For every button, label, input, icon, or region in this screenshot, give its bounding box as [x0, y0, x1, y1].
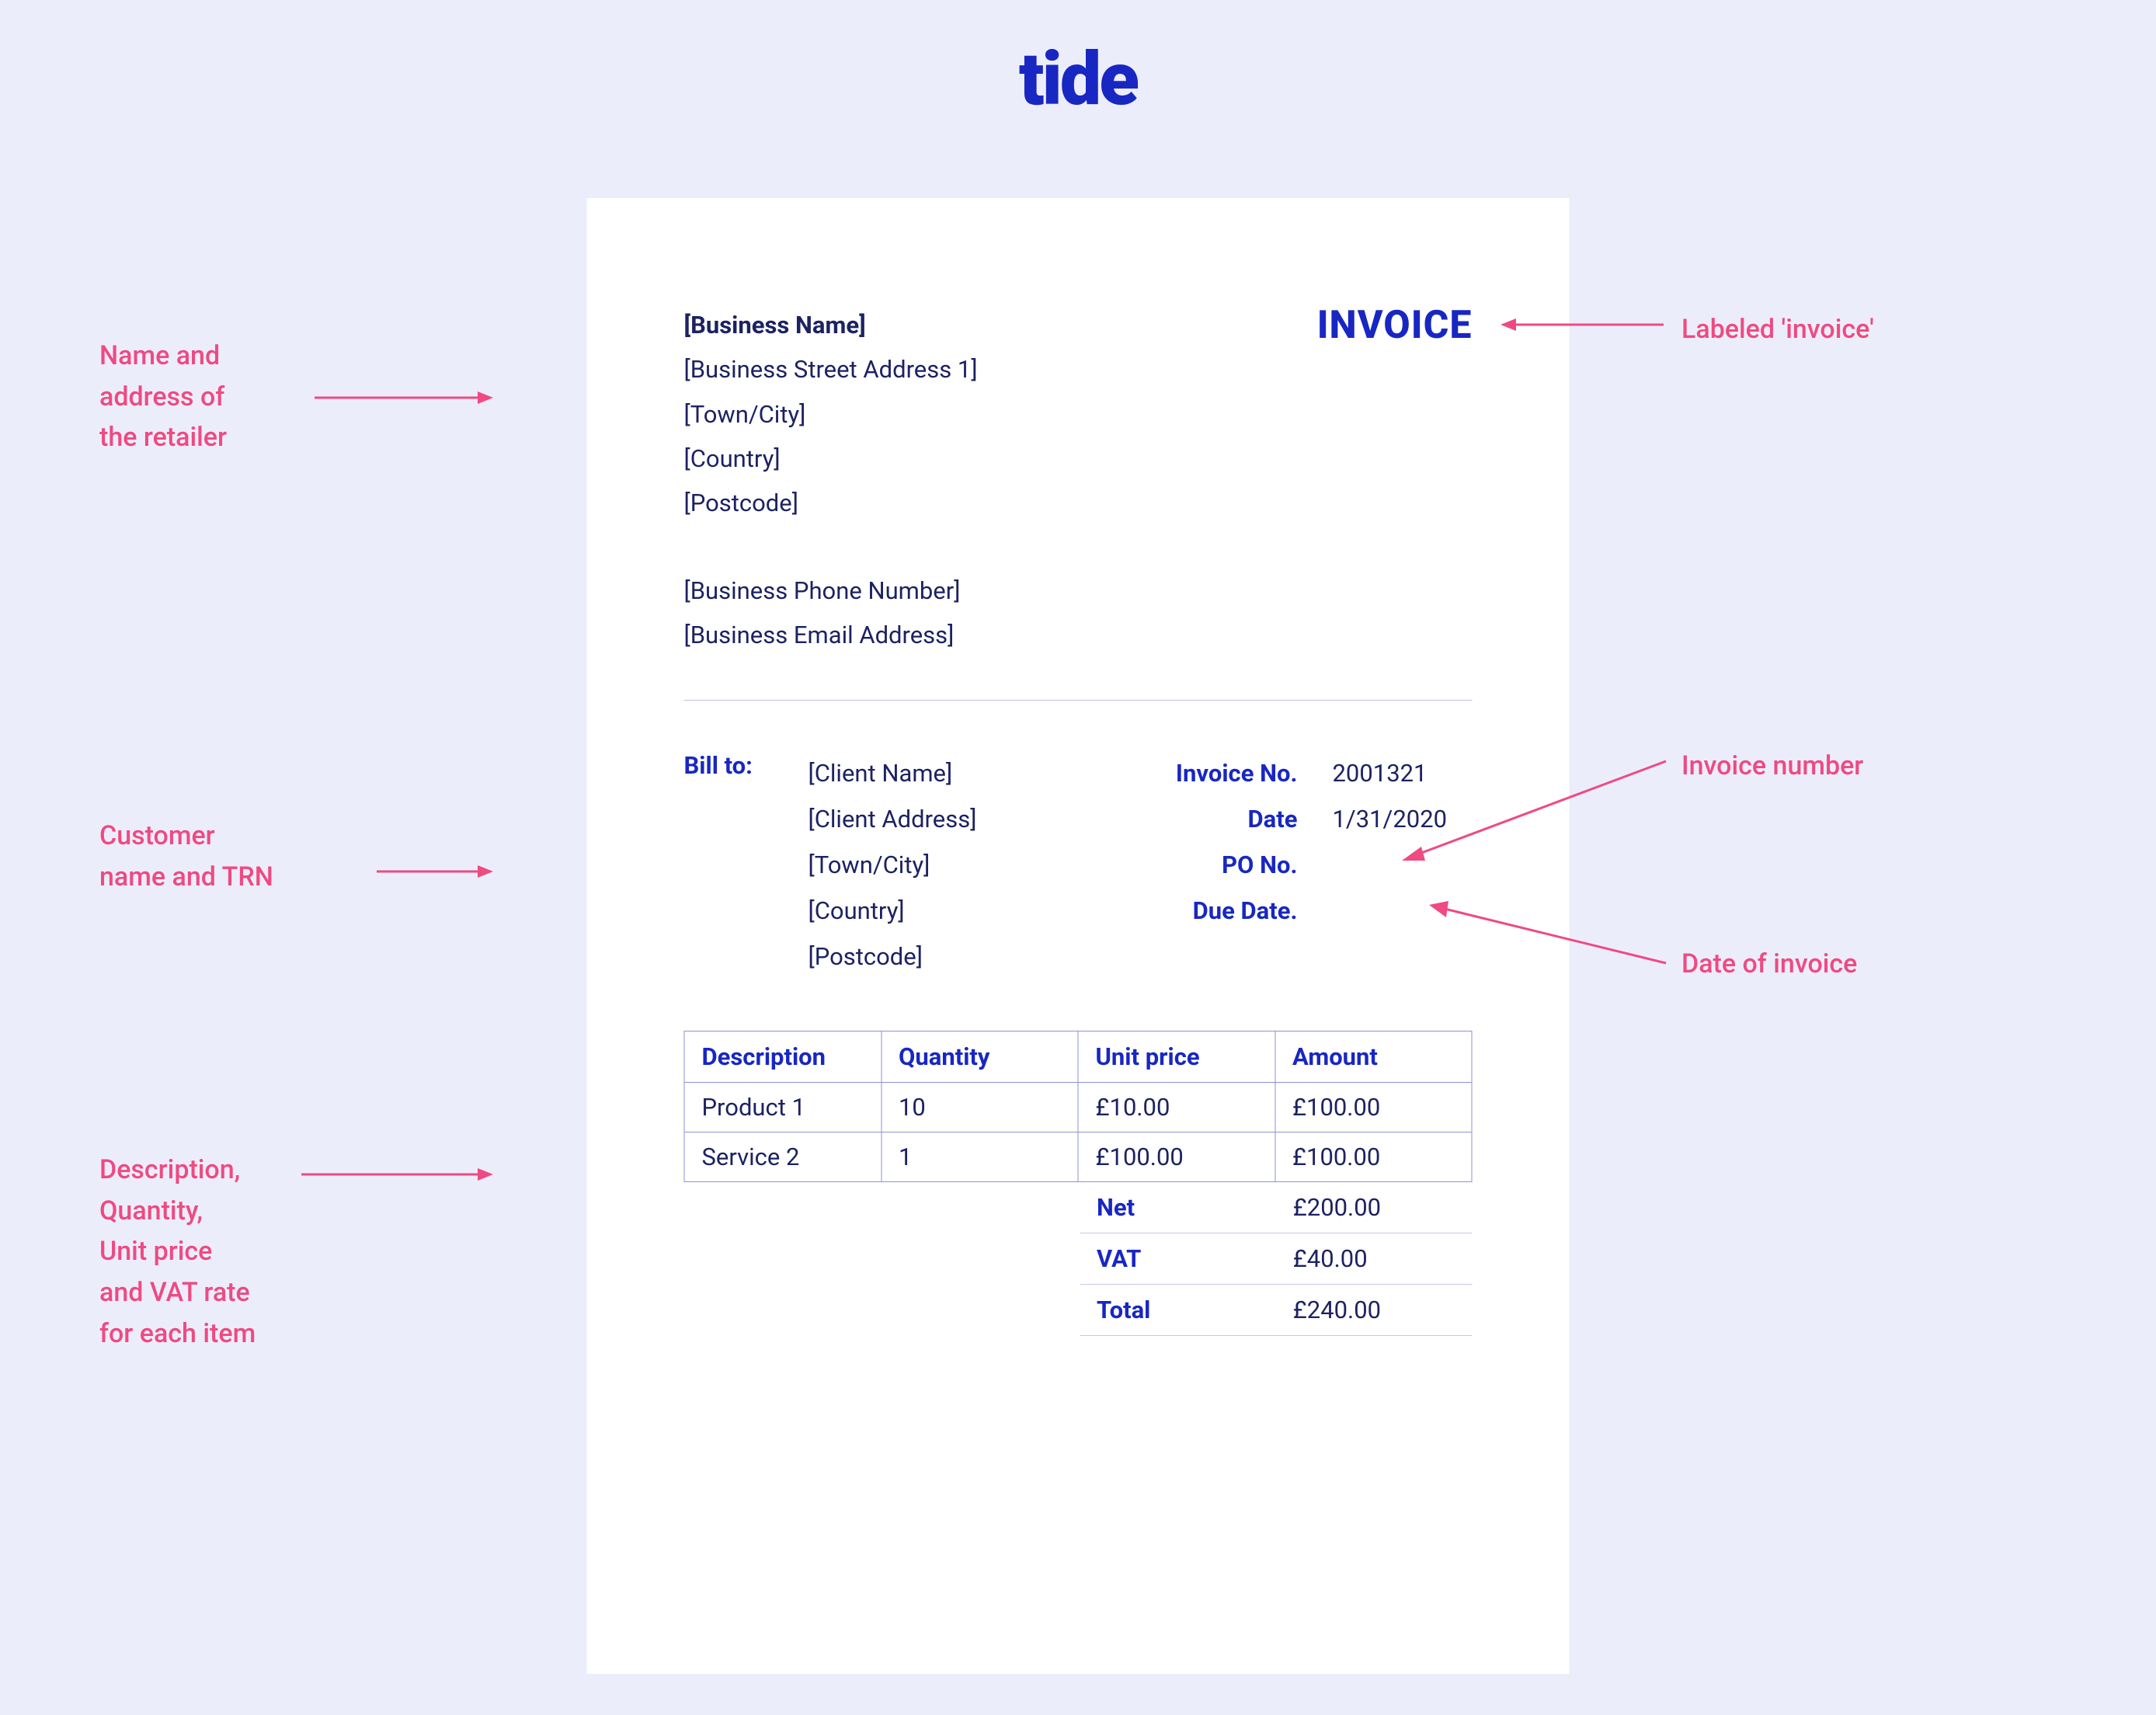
- bill-section: Bill to: [Client Name] [Client Address] …: [684, 751, 1473, 979]
- arrow-icon: [301, 1167, 493, 1182]
- total-label: Total: [1080, 1284, 1276, 1335]
- annot-items: Description, Quantity, Unit price and VA…: [99, 1150, 256, 1354]
- business-postcode: [Postcode]: [684, 481, 978, 525]
- th-quantity: Quantity: [882, 1031, 1079, 1082]
- vat-label: VAT: [1080, 1233, 1276, 1284]
- business-phone: [Business Phone Number]: [684, 569, 1473, 613]
- annot-labeled-invoice: Labeled 'invoice': [1681, 309, 1874, 350]
- totals-row-net: Net £200.00: [1080, 1182, 1472, 1233]
- due-label: Due Date.: [1176, 889, 1298, 934]
- date-label: Date: [1176, 797, 1298, 843]
- invoice-meta: Invoice No. Date PO No. Due Date. 200132…: [1176, 751, 1473, 979]
- cell-desc: Service 2: [684, 1132, 882, 1181]
- table-header-row: Description Quantity Unit price Amount: [684, 1031, 1472, 1082]
- cell-price: £10.00: [1078, 1082, 1275, 1132]
- arrow-icon: [377, 864, 493, 879]
- cell-desc: Product 1: [684, 1082, 882, 1132]
- totals-row-vat: VAT £40.00: [1080, 1233, 1472, 1284]
- client-name: [Client Name]: [808, 751, 1137, 797]
- client-address: [Client Address]: [808, 797, 1137, 843]
- annot-date: Date of invoice: [1681, 944, 1857, 985]
- business-block: [Business Name] [Business Street Address…: [684, 303, 978, 526]
- business-town: [Town/City]: [684, 392, 978, 437]
- total-value: £240.00: [1276, 1284, 1473, 1335]
- annot-retailer: Name and address of the retailer: [99, 336, 227, 458]
- business-country: [Country]: [684, 437, 978, 481]
- totals-row-total: Total £240.00: [1080, 1284, 1472, 1335]
- th-description: Description: [684, 1031, 882, 1082]
- annot-invoice-number: Invoice number: [1681, 746, 1863, 787]
- business-name: [Business Name]: [684, 303, 978, 347]
- cell-price: £100.00: [1078, 1132, 1275, 1181]
- net-value: £200.00: [1276, 1182, 1473, 1233]
- client-country: [Country]: [808, 889, 1137, 934]
- table-row: Product 1 10 £10.00 £100.00: [684, 1082, 1472, 1132]
- cell-qty: 1: [882, 1132, 1079, 1181]
- business-contact: [Business Phone Number] [Business Email …: [684, 569, 1473, 658]
- net-label: Net: [1080, 1182, 1276, 1233]
- business-email: [Business Email Address]: [684, 613, 1473, 657]
- vat-value: £40.00: [1276, 1233, 1473, 1284]
- table-row: Service 2 1 £100.00 £100.00: [684, 1132, 1472, 1181]
- divider: [684, 700, 1473, 701]
- arrow-icon: [315, 390, 493, 405]
- bill-to-label: Bill to:: [684, 751, 770, 979]
- client-block: [Client Name] [Client Address] [Town/Cit…: [808, 751, 1137, 979]
- items-table: Description Quantity Unit price Amount P…: [684, 1031, 1473, 1182]
- invoice-no-value: 2001321: [1333, 751, 1473, 797]
- totals-block: Net £200.00 VAT £40.00 Total £240.00: [684, 1182, 1473, 1336]
- client-town: [Town/City]: [808, 843, 1137, 889]
- cell-amount: £100.00: [1275, 1082, 1473, 1132]
- invoice-no-label: Invoice No.: [1176, 751, 1298, 797]
- cell-qty: 10: [882, 1082, 1079, 1132]
- date-value: 1/31/2020: [1333, 797, 1473, 843]
- client-postcode: [Postcode]: [808, 934, 1137, 980]
- annot-customer: Customer name and TRN: [99, 816, 273, 897]
- po-label: PO No.: [1176, 843, 1298, 889]
- business-street: [Business Street Address 1]: [684, 347, 978, 391]
- brand-logo: tide: [1019, 43, 1137, 117]
- invoice-card: [Business Name] [Business Street Address…: [587, 198, 1570, 1674]
- th-unit-price: Unit price: [1078, 1031, 1275, 1082]
- cell-amount: £100.00: [1275, 1132, 1473, 1181]
- th-amount: Amount: [1275, 1031, 1473, 1082]
- invoice-title: INVOICE: [1317, 303, 1473, 348]
